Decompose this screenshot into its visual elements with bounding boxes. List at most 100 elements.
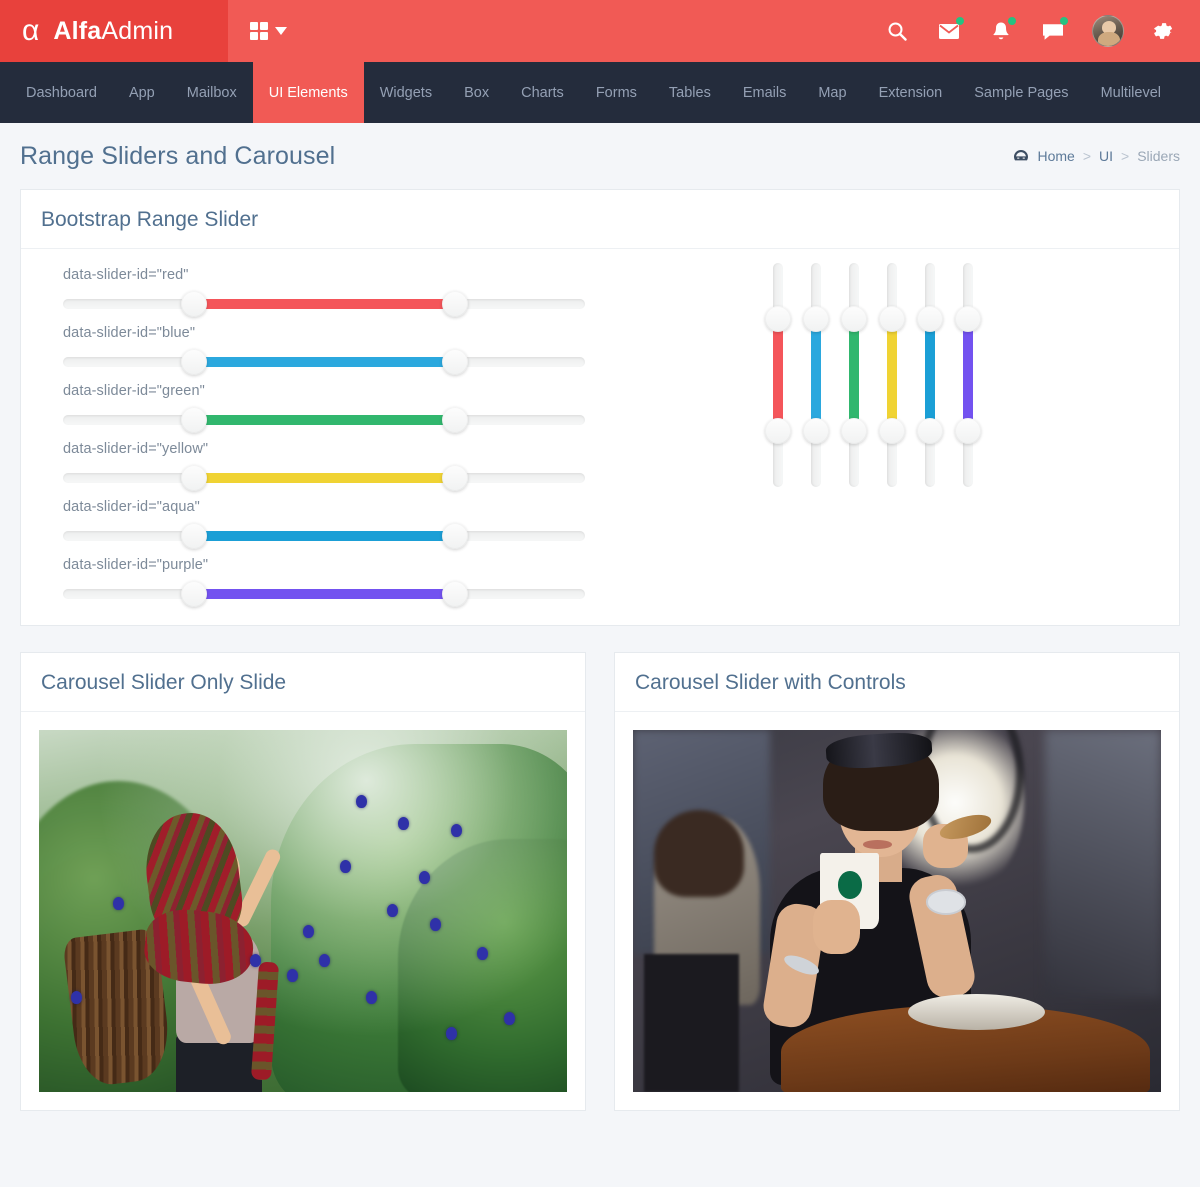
slider-fill: [193, 473, 455, 483]
slider-handle-end[interactable]: [441, 581, 468, 607]
range-slider-aqua[interactable]: [63, 523, 585, 549]
slider-label-blue: data-slider-id="blue": [63, 325, 196, 341]
avatar[interactable]: [1092, 15, 1124, 47]
slider-handle-end[interactable]: [441, 349, 468, 375]
slider-handle-end[interactable]: [441, 291, 468, 317]
nav-item-box[interactable]: Box: [448, 62, 505, 123]
carousel-slide-image-garden[interactable]: [39, 730, 567, 1092]
blue-flower: [429, 918, 441, 932]
card-body: [615, 712, 1179, 1110]
slider-handle-end[interactable]: [878, 418, 905, 444]
slider-handle-start[interactable]: [878, 306, 905, 332]
slider-row-green: data-slider-id="green": [63, 383, 585, 433]
slider-row-red: data-slider-id="red": [63, 267, 585, 317]
nav-item-app[interactable]: App: [113, 62, 171, 123]
slider-handle-start[interactable]: [916, 306, 943, 332]
slider-fill: [193, 299, 455, 309]
vertical-range-slider-blue[interactable]: [802, 263, 829, 487]
slider-handle-start[interactable]: [180, 465, 207, 491]
slider-label-yellow: data-slider-id="yellow": [63, 441, 209, 457]
slider-handle-start[interactable]: [180, 349, 207, 375]
vertical-range-slider-aqua[interactable]: [916, 263, 943, 487]
chat-icon[interactable]: [1040, 17, 1068, 44]
envelope-icon[interactable]: [936, 17, 964, 44]
brand-logo-area[interactable]: α AlfaAdmin: [0, 0, 228, 62]
wristwatch: [926, 889, 966, 915]
slider-handle-start[interactable]: [840, 306, 867, 332]
vertical-range-slider-yellow[interactable]: [878, 263, 905, 487]
grid-icon: [250, 22, 268, 40]
slider-fill: [193, 415, 455, 425]
slider-fill: [193, 589, 455, 599]
slider-row-aqua: data-slider-id="aqua": [63, 499, 585, 549]
range-slider-green[interactable]: [63, 407, 585, 433]
nav-item-dashboard[interactable]: Dashboard: [10, 62, 113, 123]
breadcrumb-separator: >: [1082, 148, 1092, 164]
page-header: Range Sliders and Carousel Home > UI > S…: [0, 123, 1200, 189]
slider-handle-end[interactable]: [802, 418, 829, 444]
nav-item-emails[interactable]: Emails: [727, 62, 803, 123]
slider-handle-start[interactable]: [764, 306, 791, 332]
slider-row-blue: data-slider-id="blue": [63, 325, 585, 375]
slider-handle-start[interactable]: [180, 581, 207, 607]
slider-handle-end[interactable]: [916, 418, 943, 444]
slider-handle-end[interactable]: [840, 418, 867, 444]
slider-label-aqua: data-slider-id="aqua": [63, 499, 200, 515]
blue-flower: [398, 816, 410, 830]
blue-flower: [339, 860, 351, 874]
blue-flower: [419, 871, 431, 885]
breadcrumb-ui[interactable]: UI: [1099, 148, 1113, 164]
slider-handle-end[interactable]: [954, 418, 981, 444]
slider-handle-end[interactable]: [441, 523, 468, 549]
vertical-range-slider-green[interactable]: [840, 263, 867, 487]
slider-handle-start[interactable]: [180, 523, 207, 549]
slider-handle-end[interactable]: [441, 465, 468, 491]
chat-badge: [1060, 17, 1068, 25]
slider-handle-end[interactable]: [441, 407, 468, 433]
nav-item-extension[interactable]: Extension: [863, 62, 959, 123]
slider-handle-start[interactable]: [180, 291, 207, 317]
nav-item-mailbox[interactable]: Mailbox: [171, 62, 253, 123]
nav-item-forms[interactable]: Forms: [580, 62, 653, 123]
breadcrumb-home[interactable]: Home: [1037, 148, 1074, 164]
nav-item-charts[interactable]: Charts: [505, 62, 580, 123]
nav-item-ui-elements[interactable]: UI Elements: [252, 62, 364, 123]
slider-fill: [924, 319, 935, 431]
blue-flower: [355, 795, 367, 809]
horizontal-sliders-column: data-slider-id="red" data-slider-id="blu…: [21, 249, 585, 625]
slider-fill: [886, 319, 897, 431]
card-header: Carousel Slider with Controls: [615, 653, 1179, 712]
range-slider-yellow[interactable]: [63, 465, 585, 491]
slider-handle-start[interactable]: [954, 306, 981, 332]
range-slider-red[interactable]: [63, 291, 585, 317]
lips: [862, 840, 892, 850]
nav-item-tables[interactable]: Tables: [653, 62, 727, 123]
topbar-actions: [884, 0, 1200, 62]
grid-menu-toggle[interactable]: [228, 0, 309, 62]
carousel-row: Carousel Slider Only Slide Carousel Slid…: [0, 626, 1200, 1111]
background-person-hair: [654, 809, 744, 897]
slider-handle-start[interactable]: [180, 407, 207, 433]
card-body: [21, 712, 585, 1110]
nav-item-sample-pages[interactable]: Sample Pages: [958, 62, 1084, 123]
nav-item-multilevel[interactable]: Multilevel: [1085, 62, 1177, 123]
breadcrumb: Home > UI > Sliders: [1013, 148, 1180, 164]
blue-flower: [112, 896, 124, 910]
range-slider-blue[interactable]: [63, 349, 585, 375]
page-title: Range Sliders and Carousel: [20, 141, 336, 170]
vertical-range-slider-red[interactable]: [764, 263, 791, 487]
slider-handle-start[interactable]: [802, 306, 829, 332]
gear-icon[interactable]: [1150, 18, 1176, 44]
slider-handle-end[interactable]: [764, 418, 791, 444]
card-title: Carousel Slider with Controls: [635, 671, 906, 694]
slider-fill: [810, 319, 821, 431]
search-icon[interactable]: [884, 18, 910, 44]
nav-item-map[interactable]: Map: [802, 62, 862, 123]
blue-flower: [287, 968, 299, 982]
nav-item-widgets[interactable]: Widgets: [364, 62, 448, 123]
carousel-slide-image-cafe[interactable]: [633, 730, 1161, 1092]
range-slider-purple[interactable]: [63, 581, 585, 607]
slider-fill: [772, 319, 783, 431]
bell-icon[interactable]: [988, 17, 1016, 44]
vertical-range-slider-purple[interactable]: [954, 263, 981, 487]
